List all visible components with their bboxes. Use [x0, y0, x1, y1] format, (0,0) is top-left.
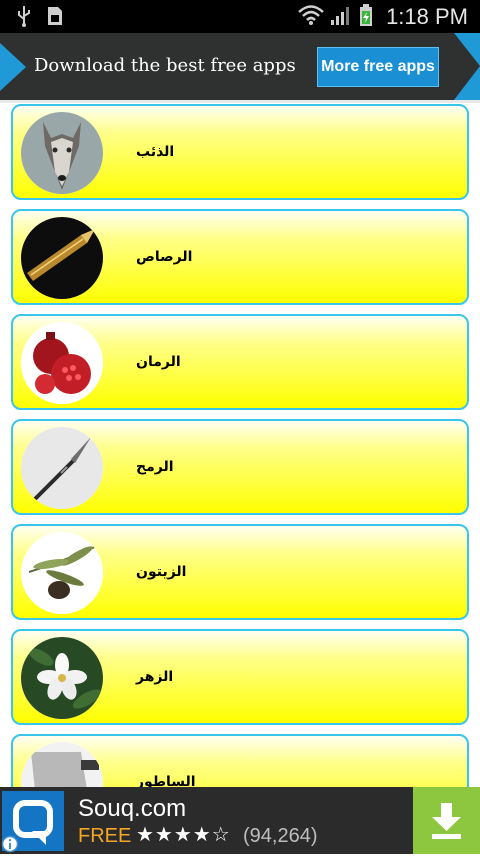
spear-image — [21, 427, 103, 509]
ad-rating-stars: ★★★★☆ — [136, 822, 231, 846]
usb-icon — [16, 5, 32, 31]
ad-price: FREE — [78, 825, 132, 847]
list-item[interactable]: الذئب — [11, 104, 469, 200]
download-icon — [432, 803, 461, 839]
list-item[interactable]: الرمح — [11, 419, 469, 515]
battery-icon — [358, 3, 374, 31]
signal-icon — [330, 4, 352, 30]
banner-shadow — [0, 100, 480, 103]
sd-card-icon — [46, 5, 64, 31]
clock: 1:18 PM — [386, 4, 468, 29]
item-label: الزهر — [136, 669, 174, 685]
more-free-apps-button[interactable]: More free apps — [317, 47, 439, 87]
banner-text: Download the best free apps — [34, 55, 296, 76]
bullet-image — [21, 217, 103, 299]
list-item[interactable]: الزيتون — [11, 524, 469, 620]
download-button[interactable] — [413, 787, 480, 854]
item-label: الرمح — [136, 459, 174, 475]
list-item[interactable]: الرصاص — [11, 209, 469, 305]
item-label: الذئب — [136, 144, 175, 160]
banner-left-chevron — [0, 43, 26, 91]
wolf-image — [21, 112, 103, 194]
ad-rating-count: (94,264) — [243, 825, 318, 847]
status-bar: 1:18 PM — [0, 0, 480, 33]
list-item[interactable]: الزهر — [11, 629, 469, 725]
bottom-ad-banner[interactable]: Souq.com FREE ★★★★☆ (94,264) — [0, 787, 480, 854]
ad-app-name: Souq.com — [78, 795, 187, 822]
wifi-icon — [298, 4, 324, 30]
item-label: الزيتون — [136, 564, 187, 580]
item-label: الرمان — [136, 354, 181, 370]
banner-right-chevron — [440, 33, 480, 100]
item-label: الرصاص — [136, 249, 193, 265]
pomegranate-image — [21, 322, 103, 404]
olive-image — [21, 532, 103, 614]
list-item[interactable]: الرمان — [11, 314, 469, 410]
flower-image — [21, 637, 103, 719]
